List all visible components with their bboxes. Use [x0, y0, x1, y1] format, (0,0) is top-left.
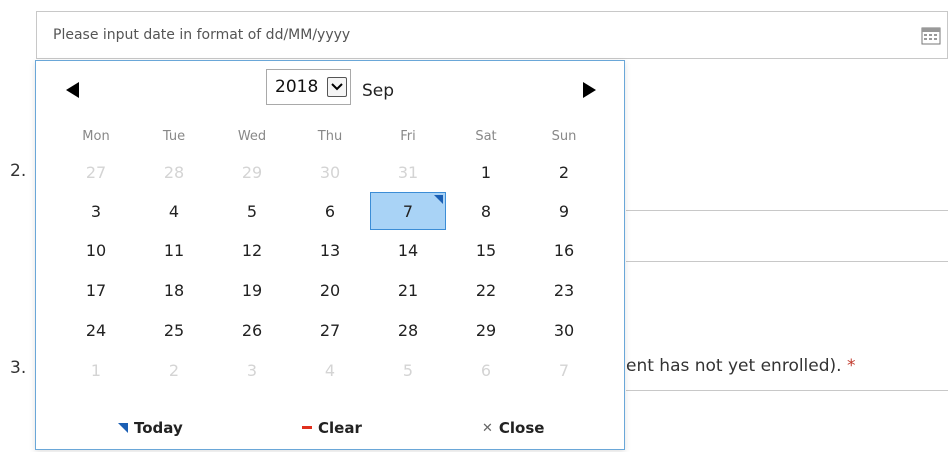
- day-cell[interactable]: 5: [370, 351, 446, 389]
- question-2-number: 2.: [10, 161, 27, 181]
- close-label: Close: [498, 419, 545, 437]
- weekday-header: Fri: [400, 129, 416, 144]
- day-cell[interactable]: 30: [292, 153, 368, 191]
- day-cell[interactable]: 21: [370, 271, 446, 309]
- day-cell[interactable]: 24: [58, 311, 134, 349]
- weekday-header: Tue: [162, 129, 186, 144]
- question-3-text: ent has not yet enrolled).: [626, 356, 842, 376]
- date-picker-popup: 2018 Sep Mon Tue Wed Thu Fri Sat Sun 27 28 29 30 3…: [35, 60, 625, 450]
- day-cell[interactable]: 28: [136, 153, 212, 191]
- date-input-field[interactable]: Please input date in format of dd/MM/yyy…: [36, 11, 948, 59]
- triangle-right-icon: [583, 82, 596, 98]
- day-cell[interactable]: 9: [526, 192, 602, 230]
- day-cell[interactable]: 20: [292, 271, 368, 309]
- day-cell[interactable]: 10: [58, 231, 134, 269]
- day-cell[interactable]: 28: [370, 311, 446, 349]
- day-cell[interactable]: 5: [214, 192, 290, 230]
- day-cell[interactable]: 27: [292, 311, 368, 349]
- day-cell[interactable]: 22: [448, 271, 524, 309]
- day-cell[interactable]: 13: [292, 231, 368, 269]
- day-cell[interactable]: 4: [292, 351, 368, 389]
- day-cell[interactable]: 6: [292, 192, 368, 230]
- close-button[interactable]: ✕ Close: [482, 419, 544, 437]
- today-label: Today: [134, 419, 183, 437]
- clear-label: Clear: [318, 419, 362, 437]
- day-cell[interactable]: 27: [58, 153, 134, 191]
- weekday-header: Mon: [82, 129, 110, 144]
- day-cell[interactable]: 29: [448, 311, 524, 349]
- weekday-header: Sat: [475, 129, 497, 144]
- day-cell[interactable]: 26: [214, 311, 290, 349]
- chevron-down-icon[interactable]: [327, 77, 347, 97]
- clear-button[interactable]: Clear: [302, 419, 362, 437]
- day-cell[interactable]: 31: [370, 153, 446, 191]
- question-3-number: 3.: [10, 358, 27, 378]
- weekday-header: Sun: [551, 129, 577, 144]
- month-label: Sep: [362, 81, 395, 101]
- day-cell[interactable]: 15: [448, 231, 524, 269]
- day-cell[interactable]: 2: [136, 351, 212, 389]
- question-3-input[interactable]: [626, 390, 948, 407]
- day-cell[interactable]: 3: [214, 351, 290, 389]
- question-3-label: ent has not yet enrolled). *: [626, 356, 855, 376]
- day-cell[interactable]: 16: [526, 231, 602, 269]
- next-month-button[interactable]: [574, 75, 604, 105]
- day-cell[interactable]: 6: [448, 351, 524, 389]
- day-cell[interactable]: 30: [526, 311, 602, 349]
- day-cell[interactable]: 18: [136, 271, 212, 309]
- year-value: 2018: [275, 77, 319, 97]
- day-cell[interactable]: 17: [58, 271, 134, 309]
- required-mark: *: [846, 356, 856, 376]
- day-cell[interactable]: 7: [526, 351, 602, 389]
- day-cell[interactable]: 1: [448, 153, 524, 191]
- day-cell[interactable]: 8: [448, 192, 524, 230]
- date-input-placeholder: Please input date in format of dd/MM/yyy…: [53, 27, 351, 43]
- prev-month-button[interactable]: [58, 75, 88, 105]
- weekday-header: Thu: [317, 129, 343, 144]
- weekday-header: Wed: [237, 129, 267, 144]
- year-select[interactable]: 2018: [266, 69, 351, 105]
- day-cell[interactable]: 12: [214, 231, 290, 269]
- question-2-input[interactable]: [626, 210, 948, 262]
- calendar-icon[interactable]: [921, 25, 941, 45]
- today-marker-icon: [118, 423, 128, 433]
- today-button[interactable]: Today: [118, 419, 183, 437]
- minus-icon: [302, 426, 312, 429]
- day-cell[interactable]: 25: [136, 311, 212, 349]
- day-cell[interactable]: 23: [526, 271, 602, 309]
- day-cell[interactable]: 2: [526, 153, 602, 191]
- close-icon: ✕: [482, 420, 493, 436]
- day-cell[interactable]: 3: [58, 192, 134, 230]
- triangle-left-icon: [66, 82, 79, 98]
- day-cell[interactable]: 1: [58, 351, 134, 389]
- day-cell[interactable]: 14: [370, 231, 446, 269]
- day-cell[interactable]: 29: [214, 153, 290, 191]
- day-cell[interactable]: 4: [136, 192, 212, 230]
- day-cell[interactable]: 19: [214, 271, 290, 309]
- selected-day-cell[interactable]: 7: [370, 192, 446, 230]
- day-cell[interactable]: 11: [136, 231, 212, 269]
